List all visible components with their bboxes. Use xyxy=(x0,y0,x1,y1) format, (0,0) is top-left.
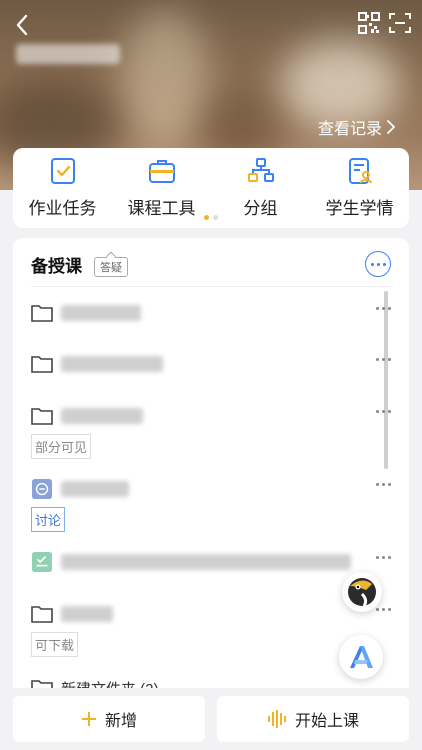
item-name xyxy=(61,606,113,622)
list-item[interactable]: 讨论 xyxy=(31,479,391,532)
folder-icon xyxy=(31,680,53,688)
item-more-button[interactable] xyxy=(376,307,391,310)
item-name xyxy=(61,554,351,570)
view-history-label: 查看记录 xyxy=(317,121,382,138)
scan-icon xyxy=(389,13,411,33)
item-name xyxy=(61,481,129,497)
audio-wave-icon xyxy=(267,710,286,728)
tool-course-tools[interactable]: 课程工具 xyxy=(112,156,211,219)
list-item[interactable]: 部分可见 xyxy=(31,406,391,459)
visibility-badge: 部分可见 xyxy=(31,434,92,459)
folder-icon xyxy=(31,305,53,322)
tools-card: 作业任务 课程工具 分组 学生学情 xyxy=(13,148,409,228)
item-name: 新建文件夹 (2) xyxy=(61,678,159,688)
item-name xyxy=(61,356,163,372)
bottom-action-bar: 新增 开始上课 xyxy=(0,688,422,750)
toolbox-icon xyxy=(148,160,175,183)
list-item[interactable] xyxy=(31,552,391,576)
back-button[interactable] xyxy=(10,12,36,38)
folder-icon xyxy=(31,606,53,623)
qa-tag[interactable]: 答疑 xyxy=(94,256,128,277)
item-more-button[interactable] xyxy=(376,483,391,486)
lesson-prep-card: 备授课 答疑 部分可见 讨论 可下载 xyxy=(13,238,409,688)
item-name xyxy=(61,305,141,321)
item-more-button[interactable] xyxy=(376,556,391,559)
start-class-button[interactable]: 开始上课 xyxy=(217,696,409,742)
plus-icon xyxy=(81,712,96,726)
task-check-icon xyxy=(50,158,75,184)
item-more-button[interactable] xyxy=(376,410,391,413)
chevron-left-icon xyxy=(16,14,28,36)
tool-student-report[interactable]: 学生学情 xyxy=(310,156,409,219)
ai-logo-icon xyxy=(350,646,373,668)
more-options-button[interactable] xyxy=(365,251,391,277)
list-item[interactable]: 新建文件夹 (2) xyxy=(31,678,391,688)
group-tree-icon xyxy=(247,158,274,182)
folder-icon xyxy=(31,408,53,425)
chevron-right-icon xyxy=(387,120,395,134)
scan-button[interactable] xyxy=(389,12,411,34)
ai-assistant-button[interactable] xyxy=(339,635,383,679)
item-more-button[interactable] xyxy=(376,358,391,361)
add-new-label: 新增 xyxy=(104,713,137,730)
qr-code-icon xyxy=(358,12,380,34)
list-item[interactable] xyxy=(31,303,391,327)
qr-code-button[interactable] xyxy=(358,12,380,34)
tool-homework-tasks[interactable]: 作业任务 xyxy=(13,156,112,219)
student-report-icon xyxy=(348,158,372,184)
discussion-icon xyxy=(32,479,52,499)
folder-icon xyxy=(31,356,53,373)
assistant-mascot-button[interactable] xyxy=(342,572,382,612)
start-class-label: 开始上课 xyxy=(294,713,359,730)
item-name xyxy=(61,408,143,424)
course-title xyxy=(16,44,120,64)
type-badge: 讨论 xyxy=(31,507,66,532)
list-item[interactable] xyxy=(31,354,391,378)
header-background xyxy=(120,10,210,150)
view-history-link[interactable]: 查看记录 xyxy=(318,115,396,139)
tool-groups[interactable]: 分组 xyxy=(211,156,310,219)
bird-mascot-icon xyxy=(348,578,376,607)
download-badge: 可下载 xyxy=(31,632,79,657)
page-indicator xyxy=(13,215,409,220)
divider xyxy=(31,286,391,287)
list-item[interactable]: 可下载 xyxy=(31,604,391,657)
section-title: 备授课 xyxy=(31,257,82,276)
add-new-button[interactable]: 新增 xyxy=(13,696,205,742)
document-check-icon xyxy=(32,552,52,572)
